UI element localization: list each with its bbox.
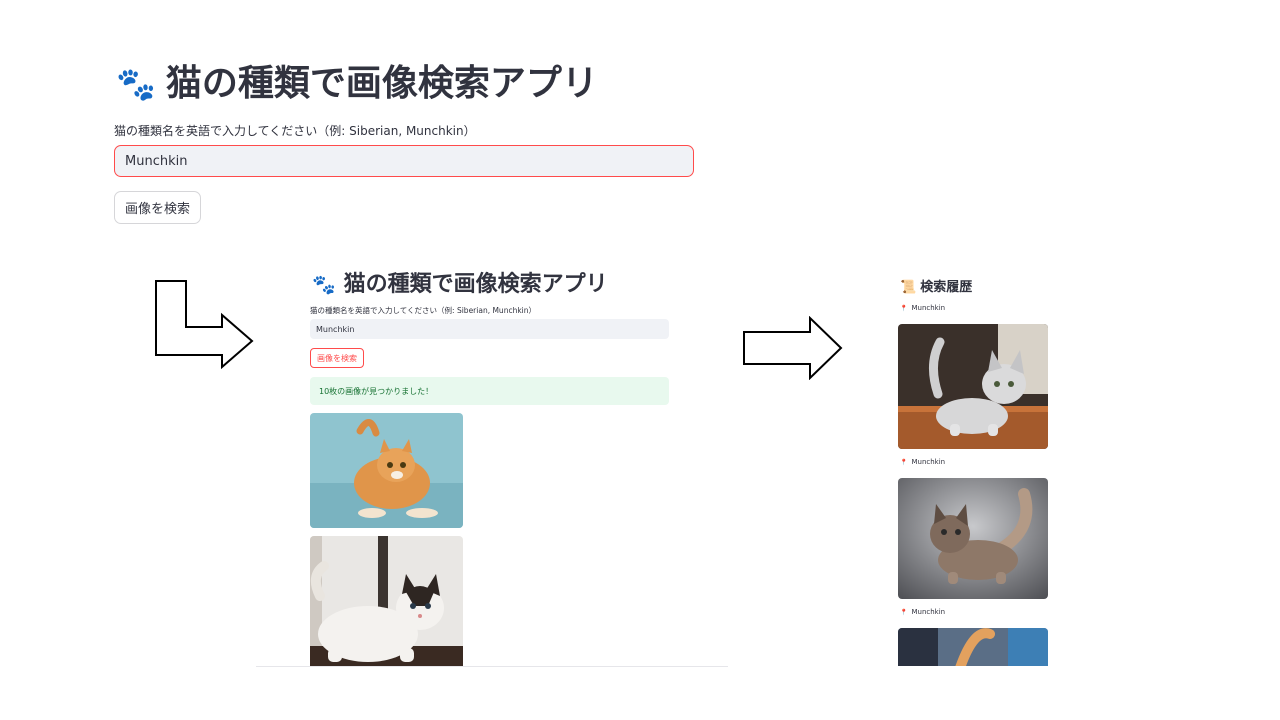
history-item[interactable]: 📍 Munchkin (900, 608, 945, 616)
search-images-button[interactable]: 画像を検索 (114, 191, 202, 224)
right-arrow-icon (743, 316, 843, 380)
breed-input-label: 猫の種類名を英語で入力してください（例: Siberian, Munchkin） (114, 124, 476, 138)
result-search-button[interactable]: 画像を検索 (310, 348, 364, 368)
orange-kitten-photo (310, 413, 463, 528)
down-right-arrow-icon (155, 280, 254, 369)
page-title-text: 猫の種類で画像検索アプリ (165, 63, 598, 104)
pin-icon: 📍 (900, 459, 908, 466)
history-item-label: Munchkin (911, 608, 946, 616)
pin-icon: 📍 (900, 609, 908, 616)
history-item-label: Munchkin (911, 304, 946, 312)
paw-icon: 🐾 (312, 274, 336, 296)
orange-cat-photo (898, 628, 1048, 666)
search-result-view: 🐾 猫の種類で画像検索アプリ 猫の種類名を英語で入力してください（例: Siber… (256, 260, 728, 667)
history-item-label: Munchkin (911, 458, 946, 466)
search-history-sidebar: 📜 検索履歴 📍 Munchkin 📍 Munchkin 📍 Munchkin (896, 270, 1052, 666)
result-page-title-text: 猫の種類で画像検索アプリ (343, 272, 608, 297)
paw-icon: 🐾 (116, 65, 156, 103)
silver-munchkin-photo (898, 324, 1048, 449)
result-page-title: 🐾 猫の種類で画像検索アプリ (312, 266, 608, 298)
history-title: 📜 検索履歴 (900, 276, 972, 295)
result-input-label: 猫の種類名を英語で入力してください（例: Siberian, Munchkin） (310, 306, 536, 315)
history-item[interactable]: 📍 Munchkin (900, 304, 945, 312)
success-alert: 10枚の画像が見つかりました！ (310, 377, 669, 405)
fluffy-munchkin-photo (898, 478, 1048, 599)
history-title-text: 検索履歴 (920, 280, 973, 295)
pin-icon: 📍 (900, 305, 908, 312)
scroll-icon: 📜 (900, 280, 917, 295)
page-title: 🐾 猫の種類で画像検索アプリ (116, 58, 598, 110)
history-item[interactable]: 📍 Munchkin (900, 458, 945, 466)
result-search-input[interactable] (310, 319, 669, 339)
breed-search-input[interactable] (114, 145, 694, 177)
calico-munchkin-photo (310, 536, 463, 666)
